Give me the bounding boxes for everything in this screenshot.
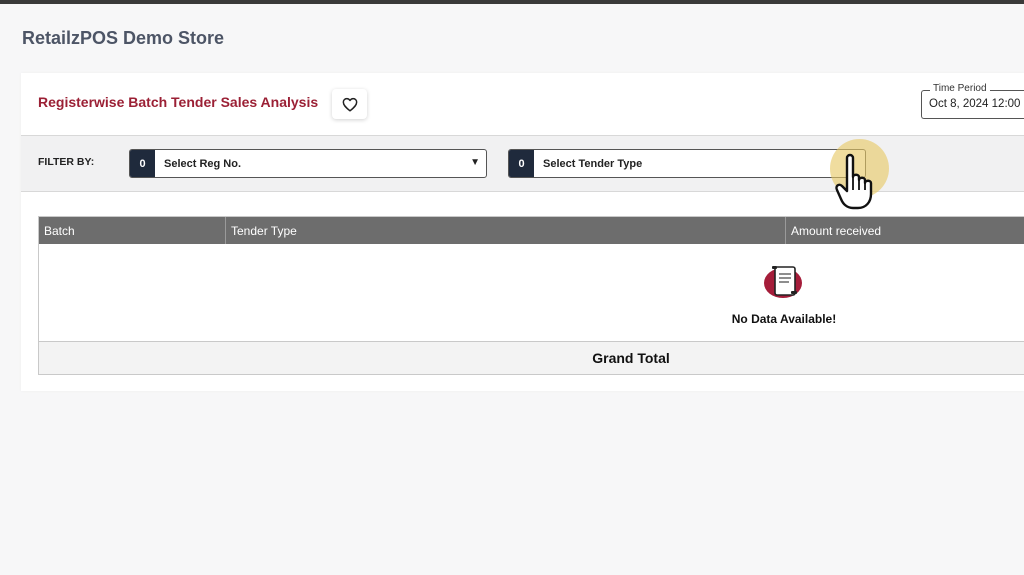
reg-no-select[interactable]: 0 Select Reg No. ▼ — [129, 149, 487, 178]
time-period-label: Time Period — [930, 83, 990, 94]
table-header: Batch Tender Type Amount received — [39, 217, 1024, 244]
top-bar — [0, 0, 1024, 4]
empty-state: No Data Available! — [699, 261, 869, 326]
grand-total-label: Grand Total — [592, 350, 670, 366]
data-table: Batch Tender Type Amount received No Dat… — [38, 216, 1024, 375]
chevron-down-icon: ▼ — [470, 157, 480, 168]
document-empty-icon — [764, 266, 802, 298]
hand-pointer-icon — [833, 150, 885, 219]
column-header-amount-received[interactable]: Amount received — [786, 217, 1024, 244]
favorite-button[interactable] — [332, 89, 367, 119]
column-header-tender-type[interactable]: Tender Type — [226, 217, 786, 244]
filter-by-label: FILTER BY: — [38, 156, 95, 168]
report-title: Registerwise Batch Tender Sales Analysis — [38, 94, 319, 110]
reg-no-count-badge: 0 — [130, 150, 155, 177]
tender-type-count-badge: 0 — [509, 150, 534, 177]
report-header: Registerwise Batch Tender Sales Analysis… — [21, 73, 1024, 135]
time-period-field[interactable]: Time Period Oct 8, 2024 12:00 — [921, 83, 1024, 119]
time-period-value: Oct 8, 2024 12:00 — [929, 98, 1021, 110]
store-title: RetailzPOS Demo Store — [22, 28, 225, 48]
reg-no-placeholder: Select Reg No. — [164, 158, 242, 170]
tender-type-select[interactable]: 0 Select Tender Type — [508, 149, 866, 178]
tender-type-placeholder: Select Tender Type — [543, 158, 643, 170]
column-header-batch[interactable]: Batch — [39, 217, 226, 244]
no-data-message: No Data Available! — [731, 312, 837, 326]
heart-outline-icon — [342, 97, 357, 112]
table-footer: Grand Total — [39, 341, 1024, 374]
report-card: Registerwise Batch Tender Sales Analysis… — [21, 73, 1024, 391]
